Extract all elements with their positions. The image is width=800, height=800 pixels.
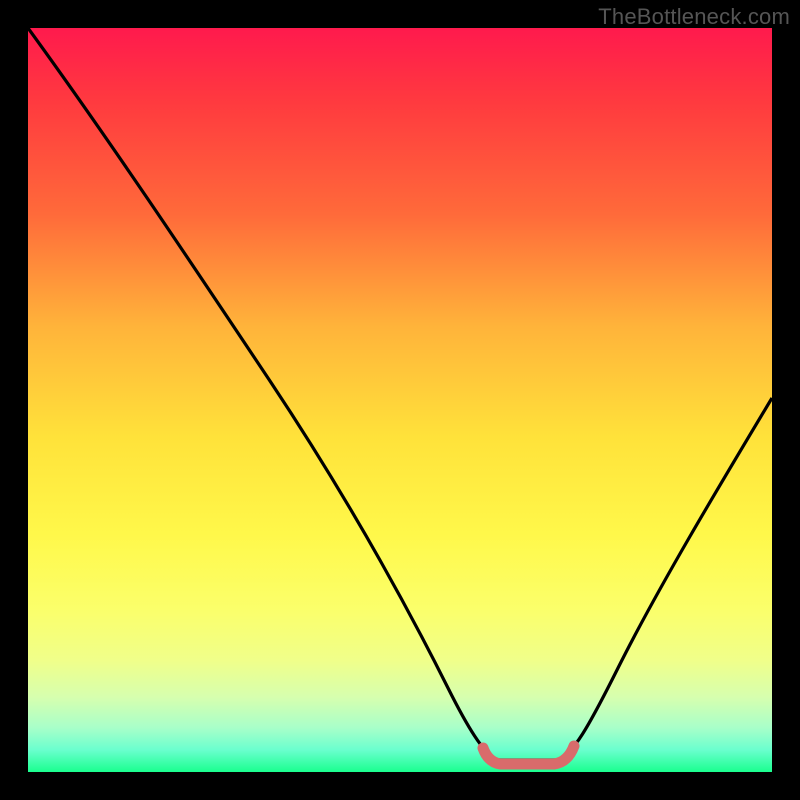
watermark-text: TheBottleneck.com bbox=[598, 4, 790, 30]
optimal-band-marker bbox=[483, 746, 574, 764]
plot-area bbox=[28, 28, 772, 772]
chart-frame: TheBottleneck.com bbox=[0, 0, 800, 800]
curve-layer bbox=[28, 28, 772, 772]
bottleneck-curve bbox=[28, 28, 772, 760]
